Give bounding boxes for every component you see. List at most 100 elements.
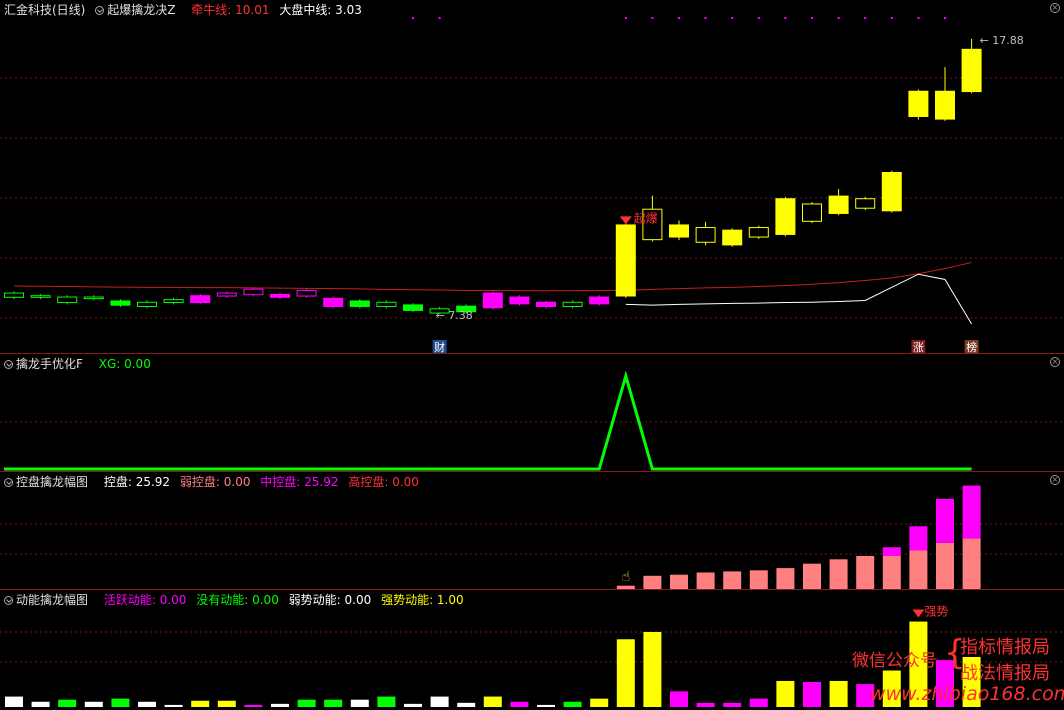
candle-body	[961, 48, 982, 93]
watermark-wx: 微信公众号	[852, 651, 937, 671]
momentum-bar	[5, 696, 23, 707]
close-icon[interactable]: ×	[1050, 475, 1060, 485]
settings-dot-icon[interactable]	[4, 596, 13, 605]
high-kp-label: 高控盘: 0.00	[348, 475, 419, 489]
xg-header: 擒龙手优化F XG: 0.00	[4, 356, 157, 372]
line2-label: 大盘中线: 3.03	[279, 3, 362, 17]
momentum-bar	[563, 701, 582, 707]
candle-body	[30, 295, 51, 298]
signal-dot	[412, 17, 414, 19]
momentum-bar	[803, 681, 821, 707]
control-bar-mid	[882, 547, 901, 556]
line1-label: 牵牛线: 10.01	[191, 3, 270, 17]
main-chart-panel[interactable]: ← 17.88 ← 7.38 财 涨 榜 起爆 汇金科技(日线) 起爆擒龙决Z 牵牛线: …	[0, 0, 1064, 353]
momentum-bar	[749, 698, 768, 707]
weak-label: 弱势动能: 0.00	[288, 593, 372, 607]
control-panel[interactable]: ☝ 控盘擒龙幅图 控盘: 25.92 弱控盘: 0.00 中控盘: 25.92 …	[0, 472, 1064, 589]
momentum-bar	[670, 691, 688, 707]
candle-body	[562, 301, 583, 307]
signal-dot	[944, 17, 946, 19]
momentum-bar	[616, 639, 635, 707]
momentum-bar	[723, 702, 742, 707]
tag-zhang: 涨	[913, 341, 924, 353]
candle-body	[216, 292, 237, 297]
indicator-name[interactable]: 动能擒龙幅图	[4, 593, 94, 607]
settings-dot-icon[interactable]	[4, 478, 13, 487]
line-white-series	[625, 273, 973, 325]
settings-dot-icon[interactable]	[95, 6, 105, 15]
momentum-bar	[404, 703, 422, 707]
xg-label: XG: 0.00	[98, 357, 151, 371]
momentum-bar	[271, 703, 289, 707]
candle-body	[669, 224, 689, 238]
signal-dot	[624, 17, 627, 19]
control-bar	[829, 559, 848, 589]
candle-body	[935, 90, 955, 120]
candle-body	[881, 172, 902, 212]
indicator-name[interactable]: 起爆擒龙决Z	[95, 3, 181, 17]
settings-dot-icon[interactable]	[4, 360, 13, 369]
momentum-bar	[537, 704, 555, 707]
momentum-header: 动能擒龙幅图 活跃动能: 0.00 没有动能: 0.00 弱势动能: 0.00 …	[4, 592, 470, 608]
signal-text: 起爆	[634, 211, 658, 225]
momentum-bar	[457, 702, 476, 707]
indicator-name[interactable]: 控盘擒龙幅图	[4, 475, 94, 489]
candle-body	[775, 198, 796, 235]
control-bar	[670, 574, 688, 589]
control-bar-mid	[962, 485, 981, 539]
momentum-bar	[829, 680, 848, 707]
watermark-line2: 战法情报局	[960, 663, 1050, 684]
watermark-url: www.zhibiao168.com	[870, 683, 1064, 705]
candle-body	[482, 292, 503, 309]
candle-body	[137, 301, 157, 307]
momentum-bar	[58, 699, 77, 707]
indicator-name[interactable]: 擒龙手优化F	[4, 357, 89, 371]
candle-body	[83, 296, 104, 300]
close-icon[interactable]: ×	[1050, 3, 1060, 13]
signal-dot	[731, 17, 734, 19]
candle-body	[908, 90, 929, 117]
signal-dot	[811, 17, 813, 19]
signal-dot	[757, 17, 760, 19]
momentum-bar	[350, 699, 369, 707]
candle-body	[270, 293, 290, 298]
candle-body	[376, 301, 397, 307]
momentum-bar	[430, 696, 449, 707]
close-icon[interactable]: ×	[1050, 357, 1060, 367]
signal-dot	[890, 17, 893, 19]
candle-body	[163, 299, 184, 304]
momentum-bar	[776, 680, 795, 707]
kp-label: 控盘: 25.92	[103, 475, 171, 489]
signal-dot	[678, 17, 680, 19]
control-bar	[962, 538, 981, 589]
signal-dot	[651, 17, 654, 19]
momentum-bar	[244, 704, 263, 707]
strong-label: 强势动能: 1.00	[381, 593, 464, 607]
momentum-bar	[324, 699, 343, 707]
control-bar	[749, 570, 768, 589]
momentum-bar	[84, 701, 103, 707]
xg-line-chart[interactable]	[0, 354, 1064, 471]
momentum-bar	[164, 704, 183, 707]
tag-cai: 财	[434, 340, 445, 353]
momentum-bar	[217, 700, 236, 707]
control-bar	[856, 556, 875, 589]
weak-kp-label: 弱控盘: 0.00	[179, 475, 251, 489]
momentum-bar	[31, 701, 50, 707]
strong-signal-text: 强势	[924, 605, 948, 619]
candle-body	[855, 198, 876, 209]
candle-body	[190, 295, 211, 304]
main-candlestick-chart[interactable]: ← 17.88 ← 7.38 财 涨 榜 起爆	[0, 0, 1064, 353]
mid-kp-label: 中控盘: 25.92	[260, 475, 339, 489]
xg-panel[interactable]: 擒龙手优化F XG: 0.00 ×	[0, 354, 1064, 471]
momentum-bar	[590, 698, 609, 707]
watermark-line1: 指标情报局	[960, 637, 1050, 658]
candle-body	[4, 292, 24, 298]
control-bar	[936, 542, 954, 589]
hand-cursor-icon: ☝	[622, 569, 631, 585]
candle-body	[589, 296, 610, 305]
candle-body	[695, 227, 716, 243]
candle-body	[57, 296, 78, 304]
candle-body	[509, 296, 530, 305]
tag-bang: 榜	[966, 340, 977, 353]
